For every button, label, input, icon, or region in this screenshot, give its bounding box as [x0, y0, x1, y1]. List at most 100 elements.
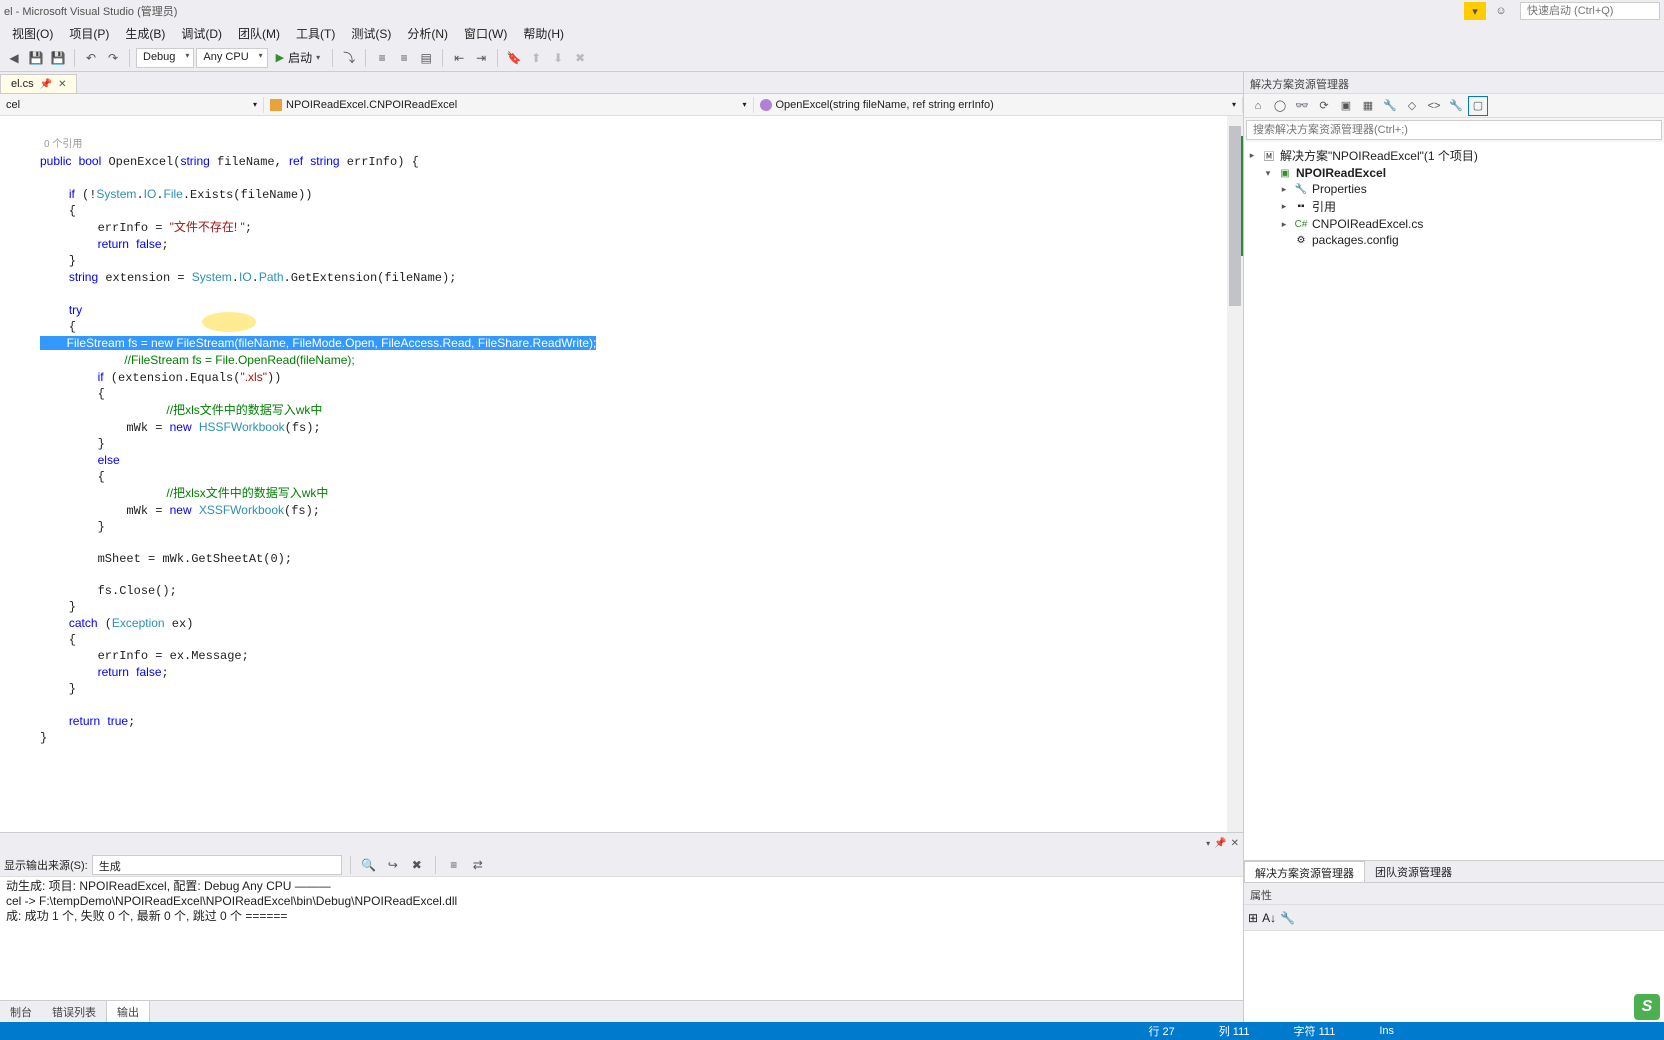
step-icon[interactable]: ⤵	[339, 48, 359, 68]
outdent-icon[interactable]: ⇤	[449, 48, 469, 68]
next-bookmark-icon[interactable]: ⬇	[548, 48, 568, 68]
save-icon[interactable]: 💾	[26, 48, 46, 68]
output-wrap-icon[interactable]: ≡	[444, 855, 464, 875]
status-char: 字符 111	[1294, 1023, 1336, 1039]
status-line: 行 27	[1148, 1023, 1174, 1039]
app-title: el - Microsoft Visual Studio (管理员)	[4, 3, 177, 19]
vertical-scrollbar[interactable]	[1227, 116, 1243, 832]
play-icon: ▶	[276, 51, 284, 64]
pin-icon[interactable]: 📌	[40, 79, 52, 90]
solution-toolbar: ⌂ ◯ 👓 ⟳ ▣ ▦ 🔧 ◇ <> 🔧 ▢	[1244, 94, 1664, 118]
properties-panel: 属性 ⊞ A↓ 🔧	[1244, 882, 1664, 1022]
output-text[interactable]: 动生成: 项目: NPOIReadExcel, 配置: Debug Any CP…	[0, 877, 1243, 1000]
cs-file-node[interactable]: ▸C#CNPOIReadExcel.cs	[1246, 216, 1662, 232]
view-code-icon[interactable]: <>	[1424, 96, 1444, 116]
save-all-icon[interactable]: 💾	[48, 48, 68, 68]
menu-team[interactable]: 团队(M)	[230, 23, 288, 44]
notification-flag-icon[interactable]: ▾	[1464, 2, 1486, 20]
sync-icon[interactable]: 👓	[1292, 96, 1312, 116]
status-bar: 行 27 列 111 字符 111 Ins	[0, 1022, 1664, 1040]
document-tab-strip: el.cs 📌 ✕	[0, 72, 1243, 94]
menu-project[interactable]: 项目(P)	[61, 23, 117, 44]
output-toggle-icon[interactable]: ⇄	[468, 855, 488, 875]
nav-project-combo[interactable]: cel ▾	[0, 97, 264, 113]
output-find-icon[interactable]: 🔍	[359, 855, 379, 875]
tab-output[interactable]: 输出	[106, 1000, 150, 1023]
nav-back-icon[interactable]: ◀	[4, 48, 24, 68]
project-node[interactable]: ▾▣NPOIReadExcel	[1246, 165, 1662, 181]
menu-test[interactable]: 测试(S)	[343, 23, 399, 44]
output-panel: ▾ 📌 ✕ 显示输出来源(S): 生成 🔍 ↪ ✖ ≡ ⇄ 动生成: 项目: N…	[0, 832, 1243, 1022]
solution-search-input[interactable]	[1246, 120, 1662, 140]
side-tab-strip: 解决方案资源管理器 团队资源管理器	[1244, 860, 1664, 882]
platform-dropdown[interactable]: Any CPU	[196, 48, 267, 68]
collapse-all-icon[interactable]: ▣	[1336, 96, 1356, 116]
prev-bookmark-icon[interactable]: ⬆	[526, 48, 546, 68]
filter-icon[interactable]: ▢	[1468, 96, 1488, 116]
bottom-tab-strip: 制台 错误列表 输出	[0, 1000, 1243, 1022]
categorize-icon[interactable]: ⊞	[1248, 911, 1258, 925]
back-icon[interactable]: ◯	[1270, 96, 1290, 116]
output-source-combo[interactable]: 生成	[92, 855, 342, 875]
panel-dropdown-icon[interactable]: ▾	[1206, 839, 1210, 848]
props-wrench-icon[interactable]: 🔧	[1280, 911, 1295, 925]
nav-class-combo[interactable]: NPOIReadExcel.CNPOIReadExcel ▾	[264, 97, 754, 113]
output-clear-icon[interactable]: ✖	[407, 855, 427, 875]
menu-tools[interactable]: 工具(T)	[288, 23, 343, 44]
solution-tree[interactable]: ▸🄼解决方案"NPOIReadExcel"(1 个项目) ▾▣NPOIReadE…	[1244, 142, 1664, 860]
redo-icon[interactable]: ↷	[103, 48, 123, 68]
packages-config-node[interactable]: ⚙packages.config	[1246, 232, 1662, 248]
code-editor[interactable]: ▣ 0 个引用 public bool OpenExcel(string fil…	[0, 116, 1243, 832]
references-node[interactable]: ▸▪▪引用	[1246, 197, 1662, 216]
tab-el-cs[interactable]: el.cs 📌 ✕	[0, 74, 77, 93]
status-col: 列 111	[1219, 1023, 1250, 1039]
comment-icon[interactable]: ▤	[416, 48, 436, 68]
quick-launch-input[interactable]	[1520, 2, 1660, 20]
class-icon	[270, 99, 282, 111]
menu-analyze[interactable]: 分析(N)	[399, 23, 456, 44]
indent-icon[interactable]: ⇥	[471, 48, 491, 68]
title-bar: el - Microsoft Visual Studio (管理员) ▾ ☺	[0, 0, 1664, 22]
status-ins: Ins	[1379, 1025, 1394, 1037]
menu-debug[interactable]: 调试(D)	[173, 23, 230, 44]
scroll-thumb[interactable]	[1229, 126, 1241, 306]
solution-root[interactable]: ▸🄼解决方案"NPOIReadExcel"(1 个项目)	[1246, 146, 1662, 165]
feedback-icon[interactable]: ☺	[1490, 2, 1512, 20]
menu-view[interactable]: 视图(O)	[4, 23, 61, 44]
reference-count[interactable]: 0 个引用	[40, 139, 82, 150]
start-label: 启动	[288, 49, 312, 66]
close-icon[interactable]: ✕	[58, 79, 66, 90]
bookmark-icon[interactable]: 🔖	[504, 48, 524, 68]
output-source-label: 显示输出来源(S):	[4, 857, 88, 873]
main-toolbar: ◀ 💾 💾 ↶ ↷ Debug Any CPU ▶ 启动 ▾ ⤵ ≡ ≡ ▤ ⇤…	[0, 44, 1664, 72]
indent-right-icon[interactable]: ≡	[394, 48, 414, 68]
tab-team-explorer[interactable]: 团队资源管理器	[1365, 861, 1462, 882]
home-icon[interactable]: ⌂	[1248, 96, 1268, 116]
menu-window[interactable]: 窗口(W)	[456, 23, 515, 44]
preview-icon[interactable]: ◇	[1402, 96, 1422, 116]
ime-indicator-icon[interactable]: S	[1634, 994, 1660, 1020]
panel-close-icon[interactable]: ✕	[1231, 838, 1239, 849]
properties-node[interactable]: ▸🔧Properties	[1246, 181, 1662, 197]
tab-error-list[interactable]: 错误列表	[42, 1001, 106, 1023]
refresh-icon[interactable]: ⟳	[1314, 96, 1334, 116]
wrench-icon[interactable]: 🔧	[1446, 96, 1466, 116]
config-dropdown[interactable]: Debug	[136, 48, 194, 68]
panel-pin-icon[interactable]: 📌	[1214, 838, 1226, 849]
start-debug-button[interactable]: ▶ 启动 ▾	[270, 47, 327, 69]
output-goto-icon[interactable]: ↪	[383, 855, 403, 875]
properties-icon[interactable]: 🔧	[1380, 96, 1400, 116]
show-all-icon[interactable]: ▦	[1358, 96, 1378, 116]
code-nav-bar: cel ▾ NPOIReadExcel.CNPOIReadExcel ▾ Ope…	[0, 94, 1243, 116]
menu-help[interactable]: 帮助(H)	[515, 23, 572, 44]
menu-build[interactable]: 生成(B)	[117, 23, 173, 44]
method-icon	[760, 99, 772, 111]
clear-bookmark-icon[interactable]: ✖	[570, 48, 590, 68]
indent-left-icon[interactable]: ≡	[372, 48, 392, 68]
cursor-highlight	[202, 312, 256, 332]
alpha-sort-icon[interactable]: A↓	[1262, 911, 1276, 925]
nav-method-combo[interactable]: OpenExcel(string fileName, ref string er…	[754, 97, 1244, 113]
tab-console[interactable]: 制台	[0, 1001, 42, 1023]
undo-icon[interactable]: ↶	[81, 48, 101, 68]
tab-solution-explorer[interactable]: 解决方案资源管理器	[1244, 861, 1365, 882]
